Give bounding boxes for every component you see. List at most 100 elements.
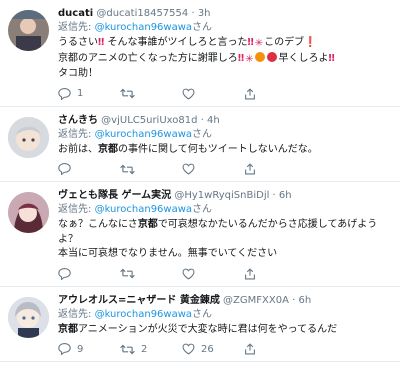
reply-button[interactable] <box>58 163 120 175</box>
reply-button[interactable]: 1 <box>58 87 120 100</box>
share-icon <box>245 163 255 175</box>
reply-context: 返信先: @kurochan96wawaさん <box>58 203 392 217</box>
reply-button[interactable]: 9 <box>58 343 120 355</box>
tweet-text: お前は、京都の事件に関して何もツイートしないんだな。 <box>58 143 318 155</box>
share-button[interactable] <box>244 267 256 280</box>
share-button[interactable] <box>244 163 256 175</box>
tweet: ducati @ducati18457554 · 3h 返信先: @kurocha… <box>0 0 400 107</box>
reply-context: 返信先: @kurochan96wawaさん <box>58 128 392 142</box>
tweet-header: さんきち @vjULC5uriUxo81d · 4h <box>58 114 392 128</box>
emoji-double-exclamation: ‼ <box>98 37 105 48</box>
user-display-name[interactable]: ducati <box>58 8 93 19</box>
user-handle[interactable]: @vjULC5uriUxo81d <box>98 115 197 126</box>
heart-icon <box>182 343 195 355</box>
tweet-feed: ducati @ducati18457554 · 3h 返信先: @kurocha… <box>0 0 400 362</box>
tweet: さんきち @vjULC5uriUxo81d · 4h 返信先: @kurochan… <box>0 107 400 182</box>
reply-context: 返信先: @kurochan96wawaさん <box>58 21 392 35</box>
tweet-actions <box>58 161 392 177</box>
reply-icon <box>58 343 71 355</box>
reply-mention-link[interactable]: @kurochan96wawa <box>95 129 192 140</box>
emoji-collision: ✳ <box>245 53 254 65</box>
reply-prefix: 返信先: <box>58 308 95 320</box>
tweet: アウレオルス=ニャザード 黄金錬成 @ZGMFXX0A · 6h 返信先: @ku… <box>0 287 400 362</box>
highlighted-keyword: 京都 <box>58 323 78 335</box>
user-display-name[interactable]: アウレオルス=ニャザード 黄金錬成 <box>58 295 220 306</box>
reply-icon <box>58 163 71 175</box>
reply-count: 9 <box>77 343 84 355</box>
tweet-header: ducati @ducati18457554 · 3h <box>58 7 392 21</box>
retweet-icon <box>120 268 135 279</box>
tweet-timestamp[interactable]: 3h <box>198 8 211 19</box>
tweet-header: ヴェとも隊長 ゲーム実況 @Hy1wRyqiSnBiDjl · 6h <box>58 189 392 203</box>
reply-icon <box>58 87 71 100</box>
tweet-text: 京都アニメーションが火災で大変な時に君は何をやってるんだ <box>58 323 338 335</box>
avatar[interactable] <box>8 192 49 233</box>
reply-suffix: さん <box>192 128 213 140</box>
retweet-button[interactable] <box>120 268 182 279</box>
tweet-actions: 1 <box>58 86 392 102</box>
reply-suffix: さん <box>192 204 213 215</box>
highlighted-keyword: 京都 <box>98 143 118 155</box>
user-display-name[interactable]: ヴェとも隊長 ゲーム実況 <box>58 190 171 201</box>
emoji-pouting-face <box>267 51 278 62</box>
avatar[interactable] <box>8 10 49 51</box>
separator-dot: · <box>269 190 279 201</box>
user-handle[interactable]: @ducati18457554 <box>93 8 188 19</box>
reply-context: 返信先: @kurochan96wawaさん <box>58 308 392 322</box>
avatar[interactable] <box>8 116 49 158</box>
reply-mention-link[interactable]: @kurochan96wawa <box>95 309 192 320</box>
emoji-double-exclamation: ‼ <box>237 52 245 64</box>
share-button[interactable] <box>244 87 256 100</box>
emoji-exclamation: ❗ <box>304 37 317 48</box>
emoji-double-exclamation: ‼ <box>247 37 254 48</box>
heart-icon <box>182 163 195 175</box>
emoji-collision: ✳ <box>254 38 264 49</box>
reply-suffix: さん <box>192 22 213 33</box>
reply-mention-link[interactable]: @kurochan96wawa <box>95 204 192 215</box>
retweet-icon <box>120 344 135 354</box>
reply-count: 1 <box>77 88 84 99</box>
like-count: 26 <box>201 343 214 355</box>
tweet-timestamp[interactable]: 6h <box>279 190 292 201</box>
tweet-actions <box>58 266 392 282</box>
separator-dot: · <box>188 8 198 19</box>
tweet-actions: 9 2 26 <box>58 341 392 357</box>
tweet-timestamp[interactable]: 6h <box>298 295 311 306</box>
user-handle[interactable]: @Hy1wRyqiSnBiDjl <box>171 190 269 201</box>
reply-mention-link[interactable]: @kurochan96wawa <box>95 22 192 33</box>
retweet-button[interactable]: 2 <box>120 344 182 355</box>
emoji-double-exclamation: ‼ <box>328 52 335 64</box>
retweet-icon <box>120 88 135 99</box>
tweet-text: なぁ？こんなにさ京都で可哀想なかたいるんだからさ応援してあげようよ？ 本当に可哀… <box>58 219 378 259</box>
share-icon <box>245 267 255 279</box>
reply-prefix: 返信先: <box>58 128 95 140</box>
user-display-name[interactable]: さんきち <box>58 115 98 126</box>
separator-dot: · <box>197 114 208 126</box>
user-handle[interactable]: @ZGMFXX0A <box>220 295 289 306</box>
reply-suffix: さん <box>192 308 213 320</box>
reply-button[interactable] <box>58 267 120 280</box>
like-button[interactable] <box>182 88 244 100</box>
retweet-icon <box>120 164 135 174</box>
avatar[interactable] <box>8 296 49 338</box>
like-button[interactable] <box>182 268 244 280</box>
emoji-angry-face <box>255 51 266 62</box>
share-icon <box>245 87 255 99</box>
like-button[interactable] <box>182 163 244 175</box>
reply-icon <box>58 267 71 280</box>
reply-prefix: 返信先: <box>58 22 95 33</box>
retweet-count: 2 <box>141 343 148 355</box>
heart-icon <box>182 88 195 100</box>
highlighted-keyword: 京都 <box>137 219 158 230</box>
share-icon <box>245 343 255 355</box>
reply-prefix: 返信先: <box>58 204 95 215</box>
share-button[interactable] <box>244 343 256 355</box>
tweet-header: アウレオルス=ニャザード 黄金錬成 @ZGMFXX0A · 6h <box>58 294 392 308</box>
retweet-button[interactable] <box>120 164 182 175</box>
heart-icon <box>182 268 195 280</box>
tweet-text: うるさい‼ そんな事誰がツイしろと言った‼✳このデブ❗ 京都のアニメの亡くなった… <box>58 37 335 79</box>
tweet-timestamp[interactable]: 4h <box>207 115 220 126</box>
tweet: ヴェとも隊長 ゲーム実況 @Hy1wRyqiSnBiDjl · 6h 返信先: @… <box>0 182 400 287</box>
retweet-button[interactable] <box>120 88 182 99</box>
like-button[interactable]: 26 <box>182 343 244 355</box>
